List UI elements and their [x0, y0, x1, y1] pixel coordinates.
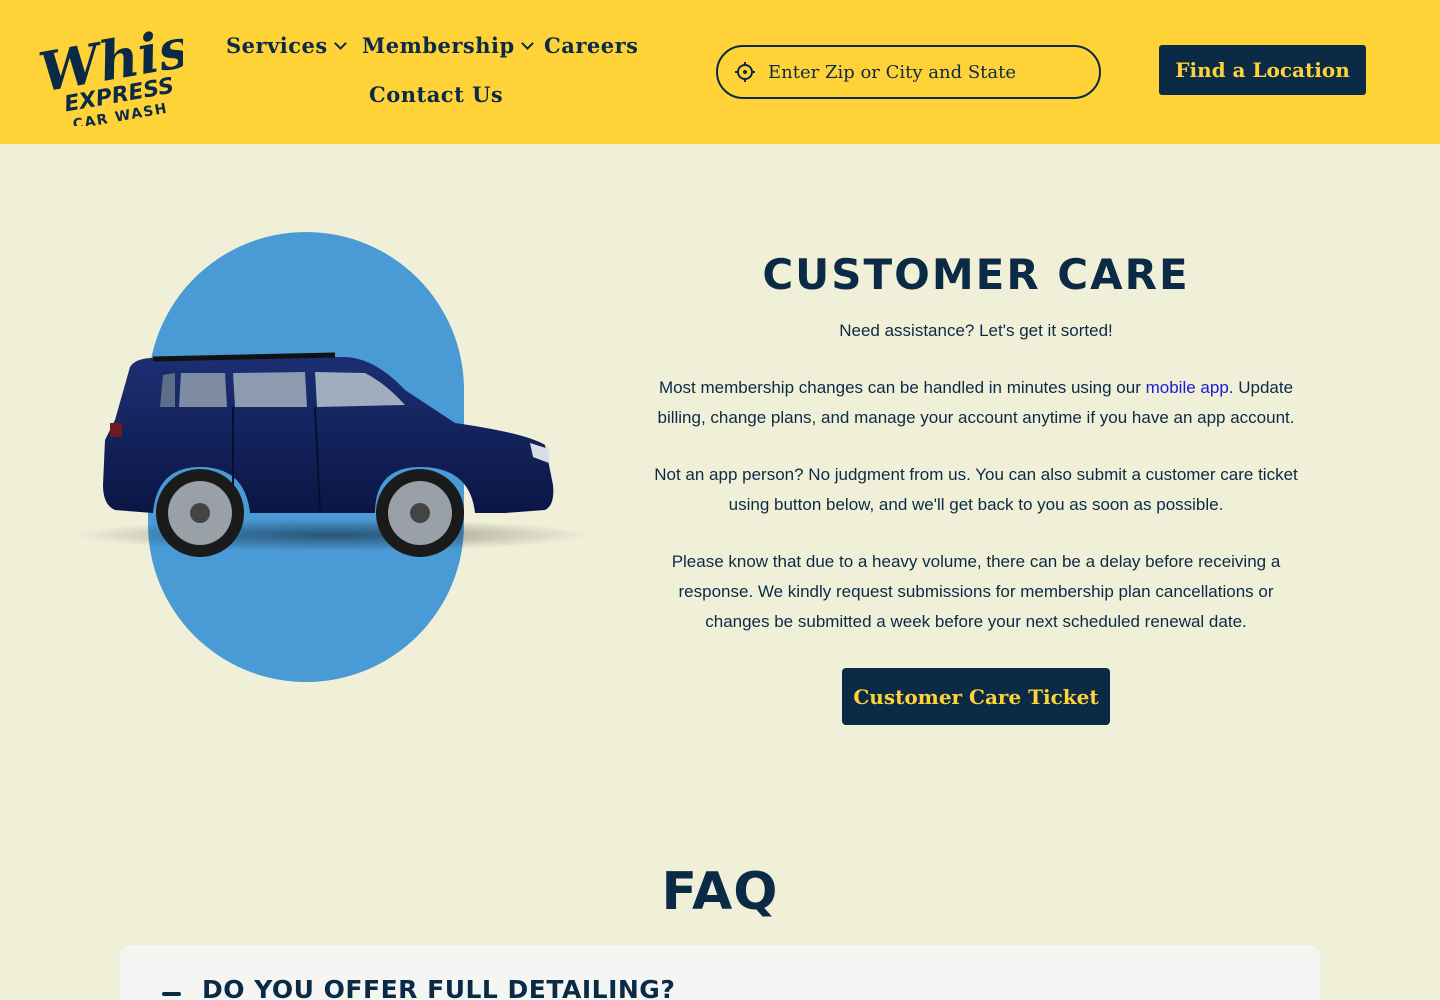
faq-item[interactable]: DO YOU OFFER FULL DETAILING? [120, 945, 1320, 1000]
faq-question[interactable]: DO YOU OFFER FULL DETAILING? [202, 975, 675, 1000]
nav-services[interactable]: Services [226, 33, 347, 58]
membership-text-prefix: Most membership changes can be handled i… [658, 378, 1146, 397]
customer-care-ticket-button[interactable]: Customer Care Ticket [842, 668, 1110, 725]
location-search[interactable] [716, 45, 1101, 99]
customer-care-subtitle: Need assistance? Let's get it sorted! [839, 321, 1113, 340]
location-crosshair-icon [735, 62, 755, 82]
nav-careers-label: Careers [544, 33, 639, 58]
chevron-down-icon [520, 36, 534, 50]
site-header: Whistle EXPRESS CAR WASH Services Member… [0, 0, 1440, 144]
mobile-app-link[interactable]: mobile app [1146, 378, 1229, 397]
customer-care-title: CUSTOMER CARE [762, 250, 1190, 299]
nav-careers[interactable]: Careers [544, 33, 639, 58]
ticket-paragraph: Not an app person? No judgment from us. … [654, 465, 1298, 514]
find-location-button[interactable]: Find a Location [1159, 45, 1366, 95]
location-search-input[interactable] [768, 61, 1088, 83]
nav-membership[interactable]: Membership [362, 33, 534, 58]
nav-membership-label: Membership [362, 33, 515, 58]
rear-wheel [156, 469, 244, 557]
chevron-down-icon [333, 36, 347, 50]
nav-contact-us-label: Contact Us [369, 82, 504, 107]
nav-contact-us[interactable]: Contact Us [369, 82, 503, 107]
faq-title: FAQ [661, 862, 779, 922]
nav-services-label: Services [226, 33, 328, 58]
whistle-express-logo[interactable]: Whistle EXPRESS CAR WASH [38, 18, 183, 126]
membership-app-paragraph: Most membership changes can be handled i… [650, 373, 1302, 433]
collapse-minus-icon[interactable] [162, 992, 181, 996]
navy-suv-car-image [75, 352, 590, 557]
front-wheel [376, 469, 464, 557]
delay-notice-paragraph: Please know that due to a heavy volume, … [671, 552, 1281, 631]
